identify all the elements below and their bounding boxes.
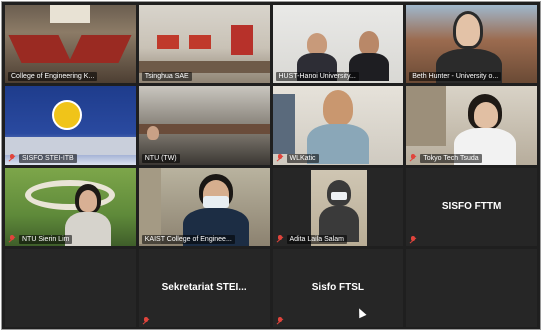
muted-mic-icon bbox=[409, 235, 417, 244]
muted-mic-icon bbox=[276, 235, 284, 243]
participant-name: NTU (TW) bbox=[141, 153, 267, 163]
participant-name-label: WLKatic bbox=[286, 153, 319, 163]
participant-tile-ntu-tw[interactable]: NTU (TW) bbox=[138, 86, 270, 165]
participant-name-label: NTU (TW) bbox=[141, 153, 180, 163]
participant-tile-adita-laila-salam[interactable]: Adita Laila Salam bbox=[272, 167, 404, 246]
participant-tile-tokyo-tech-tsuda[interactable]: Tokyo Tech Tsuda bbox=[406, 86, 537, 165]
participant-name-label: Adita Laila Salam bbox=[286, 234, 347, 244]
meeting-window: College of Engineering K... Tsinghua SAE… bbox=[1, 1, 541, 330]
muted-mic-icon bbox=[142, 317, 150, 325]
participant-name-label: Beth Hunter - University o... bbox=[409, 72, 502, 82]
participant-name-label: NTU Sierin Lim bbox=[19, 234, 73, 244]
participant-tile-kaist-speaking[interactable]: KAIST College of Enginee... bbox=[138, 167, 270, 246]
participant-name: Tsinghua SAE bbox=[141, 72, 267, 82]
participant-tile-college-engineering-k[interactable]: College of Engineering K... bbox=[5, 5, 136, 84]
participant-name-label: Tsinghua SAE bbox=[141, 72, 192, 82]
participant-tile-sekretariat-stei[interactable]: Sekretariat STEI... bbox=[138, 248, 270, 327]
participant-name-label: SISFO STEI-ITB bbox=[19, 153, 77, 163]
participant-tile-hust-hanoi[interactable]: HUST-Hanoi University... bbox=[272, 5, 404, 84]
participant-name: SISFO STEI-ITB bbox=[8, 153, 133, 163]
participant-name: NTU Sierin Lim bbox=[8, 234, 133, 244]
participant-tile-sisfo-ftsl[interactable]: Sisfo FTSL bbox=[272, 248, 404, 327]
participant-name bbox=[142, 317, 267, 325]
participant-name-label: College of Engineering K... bbox=[8, 72, 98, 82]
participant-name-label: Tokyo Tech Tsuda bbox=[420, 153, 482, 163]
participant-name bbox=[276, 317, 401, 325]
participant-name: HUST-Hanoi University... bbox=[275, 72, 401, 82]
participant-tile-ntu-sierin-lim[interactable]: NTU Sierin Lim bbox=[5, 167, 136, 246]
gallery-grid: College of Engineering K... Tsinghua SAE… bbox=[5, 5, 537, 327]
participant-name: Beth Hunter - University o... bbox=[409, 72, 534, 82]
participant-tile-tsinghua-sae[interactable]: Tsinghua SAE bbox=[138, 5, 270, 84]
participant-center-name: SISFO FTTM bbox=[441, 201, 502, 213]
participant-name: Tokyo Tech Tsuda bbox=[409, 153, 534, 163]
empty-tile bbox=[406, 248, 537, 327]
muted-mic-icon bbox=[276, 317, 284, 325]
participant-name-label: HUST-Hanoi University... bbox=[275, 72, 359, 82]
participant-name bbox=[409, 235, 534, 244]
participant-tile-beth-hunter[interactable]: Beth Hunter - University o... bbox=[406, 5, 537, 84]
participant-name: WLKatic bbox=[276, 153, 401, 163]
muted-mic-icon bbox=[409, 154, 417, 162]
participant-name: Adita Laila Salam bbox=[276, 234, 401, 244]
participant-center-name: Sekretariat STEI... bbox=[161, 282, 247, 294]
participant-tile-sisfo-fttm[interactable]: SISFO FTTM bbox=[406, 167, 537, 246]
participant-tile-sisfo-stei-itb[interactable]: SISFO STEI-ITB bbox=[5, 86, 136, 165]
muted-mic-icon bbox=[8, 154, 16, 162]
participant-tile-wlkatic[interactable]: WLKatic bbox=[272, 86, 404, 165]
participant-name: KAIST College of Enginee... bbox=[141, 234, 267, 244]
muted-mic-icon bbox=[8, 235, 16, 243]
muted-mic-icon bbox=[276, 154, 284, 162]
participant-center-name: Sisfo FTSL bbox=[311, 282, 364, 294]
participant-name-label: KAIST College of Enginee... bbox=[141, 234, 235, 244]
participant-name: College of Engineering K... bbox=[8, 72, 133, 82]
empty-tile bbox=[5, 248, 136, 327]
